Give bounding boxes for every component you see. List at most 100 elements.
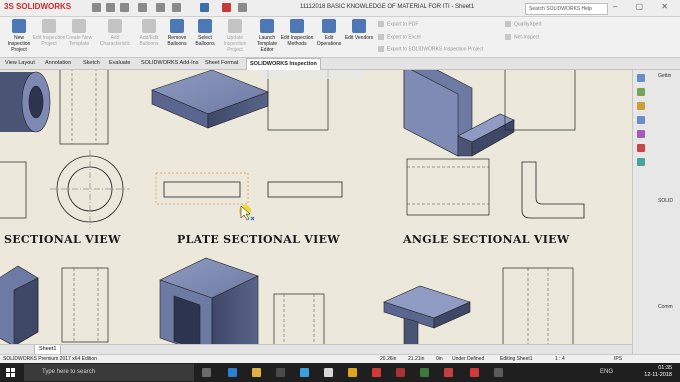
mail-icon[interactable] bbox=[300, 368, 309, 377]
chrome-icon[interactable] bbox=[348, 368, 357, 377]
appearances-icon[interactable] bbox=[637, 144, 645, 152]
recorder-icon[interactable] bbox=[444, 368, 453, 377]
select-balloon-icon bbox=[198, 19, 212, 33]
palette-icon[interactable] bbox=[637, 130, 645, 138]
task-pane: Gettin SOLID Comm bbox=[632, 70, 680, 354]
task-pane-heading-solidworks: SOLID bbox=[658, 198, 674, 204]
angle-isometric-view bbox=[403, 70, 515, 157]
resources-icon[interactable] bbox=[637, 88, 645, 96]
options-icon[interactable] bbox=[238, 3, 247, 12]
help-search-input[interactable]: Search SOLIDWORKS Help bbox=[525, 3, 608, 15]
solidworks-active-icon[interactable] bbox=[470, 368, 479, 377]
drawing-canvas[interactable]: SECTIONAL VIEW PLATE SECTIONAL VIEW ANGL… bbox=[0, 70, 632, 354]
create-new-template-button[interactable]: Create New Template bbox=[62, 19, 96, 47]
methods-icon bbox=[290, 19, 304, 33]
edit-inspection-methods-button[interactable]: Edit Inspection Methods bbox=[280, 19, 314, 47]
select-balloons-button[interactable]: Select Balloons bbox=[188, 19, 222, 47]
store-icon[interactable] bbox=[276, 368, 285, 377]
home-icon[interactable] bbox=[637, 74, 645, 82]
angle-top-view bbox=[504, 70, 576, 131]
plate-front-view bbox=[267, 181, 343, 198]
command-tabs: View Layout Annotation Sketch Evaluate S… bbox=[0, 58, 680, 70]
edit-project-icon bbox=[42, 19, 56, 33]
net-inspect-icon bbox=[505, 34, 511, 40]
qualityxpert-item[interactable]: QualityXpert bbox=[505, 21, 542, 27]
mouse-cursor-icon bbox=[239, 205, 255, 221]
plate-sectional-view-label: PLATE SECTIONAL VIEW bbox=[177, 233, 340, 246]
pdf-icon bbox=[378, 21, 384, 27]
edit-vendors-button[interactable]: Edit Vendors bbox=[342, 19, 376, 41]
remove-balloon-icon bbox=[170, 19, 184, 33]
edit-operations-button[interactable]: Edit Operations bbox=[312, 19, 346, 47]
command-manager-ribbon: New Inspection Project Edit Inspection P… bbox=[0, 17, 680, 58]
excel-taskbar-icon[interactable] bbox=[420, 368, 429, 377]
extra-app-icon[interactable] bbox=[494, 368, 503, 377]
export-excel-item[interactable]: Export to Excel bbox=[378, 34, 421, 40]
tab-solidworks-add-ins[interactable]: SOLIDWORKS Add-Ins bbox=[138, 58, 201, 69]
plate-section-view bbox=[163, 181, 241, 198]
launch-template-editor-button[interactable]: Launch Template Editor bbox=[250, 19, 284, 53]
export-pdf-item[interactable]: Export to PDF bbox=[378, 21, 418, 27]
template-editor-icon bbox=[260, 19, 274, 33]
tab-sheet-format[interactable]: Sheet Format bbox=[202, 58, 241, 69]
home-icon[interactable] bbox=[92, 3, 101, 12]
taskbar-clock[interactable]: 01:35 12-11-2018 bbox=[644, 365, 672, 379]
edit-inspection-project-button[interactable]: Edit Inspection Project bbox=[32, 19, 66, 47]
update-inspection-project-button[interactable]: Update Inspection Project bbox=[218, 19, 252, 53]
task-pane-heading-community: Comm bbox=[658, 304, 673, 310]
undo-icon[interactable] bbox=[172, 3, 181, 12]
vendors-icon bbox=[352, 19, 366, 33]
new-file-icon[interactable] bbox=[106, 3, 115, 12]
save-icon[interactable] bbox=[138, 3, 147, 12]
tab-solidworks-inspection[interactable]: SOLIDWORKS Inspection bbox=[246, 58, 321, 70]
open-file-icon[interactable] bbox=[120, 3, 129, 12]
template-icon bbox=[72, 19, 86, 33]
tab-sketch[interactable]: Sketch bbox=[80, 58, 103, 69]
sectional-view-label: SECTIONAL VIEW bbox=[4, 233, 121, 246]
library-icon[interactable] bbox=[637, 102, 645, 110]
tab-evaluate[interactable]: Evaluate bbox=[106, 58, 133, 69]
angle-section-view bbox=[521, 161, 585, 219]
window-controls[interactable]: – ▢ ✕ bbox=[613, 2, 676, 11]
acrobat-icon[interactable] bbox=[396, 368, 405, 377]
add-characteristic-button[interactable]: Add Characteristic bbox=[98, 19, 132, 47]
new-inspection-project-button[interactable]: New Inspection Project bbox=[2, 19, 36, 53]
app-icon[interactable] bbox=[324, 368, 333, 377]
i-beam-side-view bbox=[502, 267, 574, 347]
edge-icon[interactable] bbox=[228, 368, 237, 377]
tab-view-layout[interactable]: View Layout bbox=[2, 58, 38, 69]
heads-up-view-toolbar bbox=[262, 70, 362, 79]
solidworks-logo: 3S SOLIDWORKS bbox=[4, 2, 72, 11]
net-inspect-item[interactable]: Net-Inspect bbox=[505, 34, 540, 40]
custom-properties-icon[interactable] bbox=[637, 158, 645, 166]
plate-selection-box bbox=[155, 172, 249, 205]
export-inspection-project-item[interactable]: Export to SOLIDWORKS Inspection Project bbox=[378, 46, 483, 52]
solidworks-taskbar-icon[interactable] bbox=[372, 368, 381, 377]
tube-section-view bbox=[0, 161, 27, 219]
taskbar-search-input[interactable]: Type here to search bbox=[24, 364, 194, 381]
windows-taskbar: Type here to search ENG 01:35 12-11-2018 bbox=[0, 363, 680, 382]
qualityxpert-icon bbox=[505, 21, 511, 27]
tube-isometric-view bbox=[0, 71, 51, 133]
rebuild-icon[interactable] bbox=[222, 3, 231, 12]
square-tube-isometric-view bbox=[159, 257, 259, 354]
tray-language[interactable]: ENG bbox=[600, 369, 613, 375]
excel-icon bbox=[378, 34, 384, 40]
new-project-icon bbox=[12, 19, 26, 33]
select-pointer-icon[interactable] bbox=[200, 3, 209, 12]
explorer-icon[interactable] bbox=[637, 116, 645, 124]
balloon-icon bbox=[142, 19, 156, 33]
drawing-sheet bbox=[0, 70, 585, 354]
print-icon[interactable] bbox=[156, 3, 165, 12]
export-icon bbox=[378, 46, 384, 52]
task-view-icon[interactable] bbox=[202, 368, 211, 377]
operations-icon bbox=[322, 19, 336, 33]
channel-isometric-view bbox=[0, 265, 39, 347]
tab-annotation[interactable]: Annotation bbox=[42, 58, 74, 69]
document-title: 11112018 BASIC KNOWLEDGE OF MATERIAL FOR… bbox=[300, 4, 475, 10]
channel-side-view bbox=[61, 267, 109, 343]
windows-start-icon[interactable] bbox=[6, 368, 15, 377]
file-explorer-icon[interactable] bbox=[252, 368, 261, 377]
angle-side-view bbox=[406, 158, 490, 216]
characteristic-icon bbox=[108, 19, 122, 33]
